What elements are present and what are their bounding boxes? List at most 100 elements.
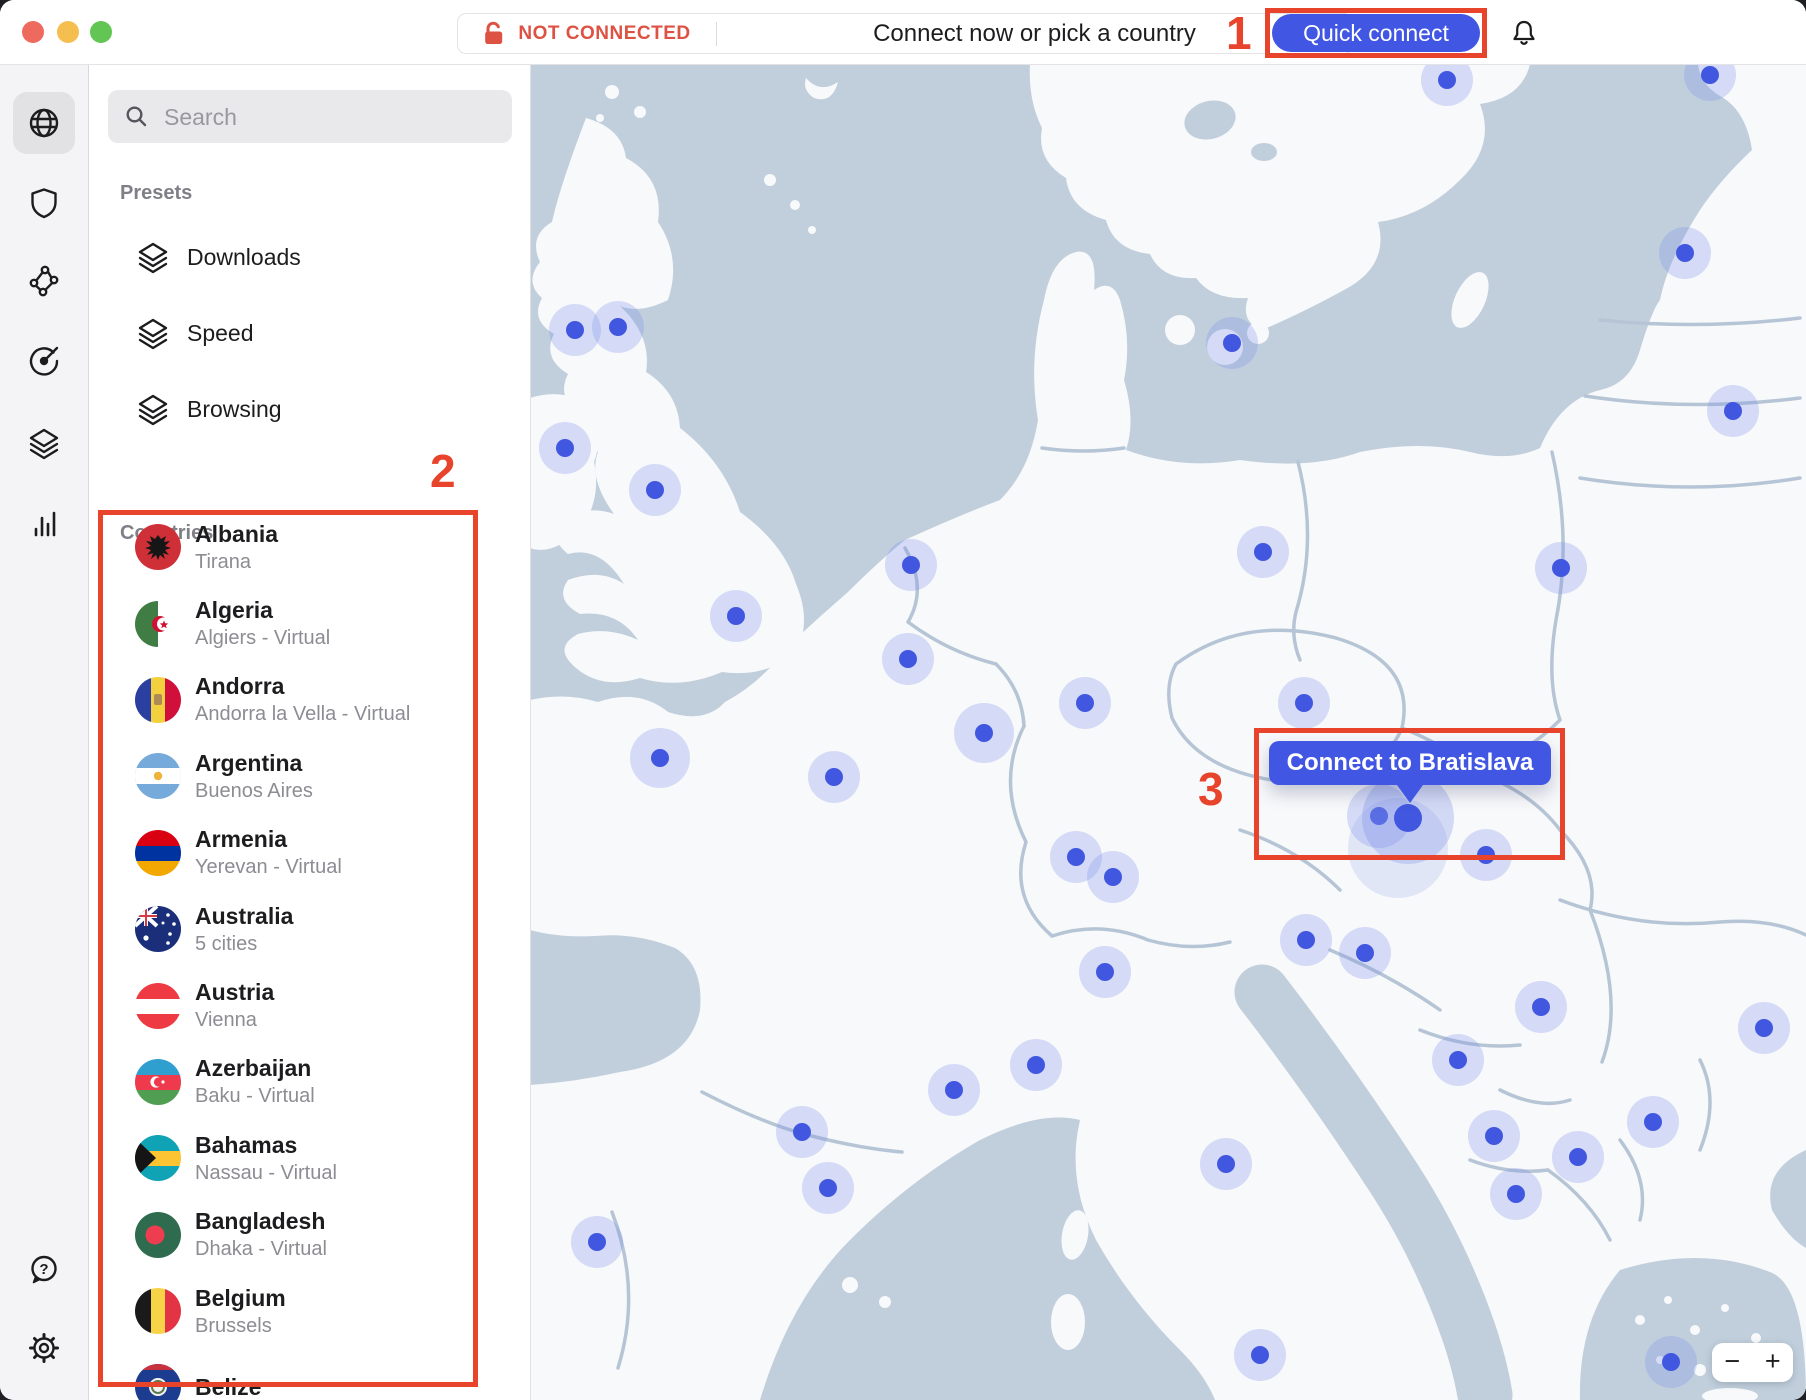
shield-icon [26, 185, 62, 221]
server-location-dot[interactable] [592, 301, 644, 353]
server-location-dot[interactable] [802, 1162, 854, 1214]
server-location-dot[interactable] [1280, 914, 1332, 966]
stats-bars-icon [26, 505, 62, 541]
country-list-item[interactable]: Australia 5 cities [88, 891, 530, 967]
sidebar-item-statistics[interactable] [13, 492, 75, 554]
country-location: Andorra la Vella - Virtual [195, 703, 410, 726]
server-location-dot[interactable] [1206, 317, 1258, 369]
zoom-in-button[interactable]: + [1753, 1343, 1794, 1382]
server-location-dot[interactable] [1659, 227, 1711, 279]
country-name: Austria [195, 979, 274, 1006]
server-location-dot[interactable] [539, 422, 591, 474]
server-location-dot[interactable] [710, 590, 762, 642]
country-flag-icon [135, 906, 181, 952]
country-list-item[interactable]: Andorra Andorra la Vella - Virtual [88, 662, 530, 738]
bell-icon[interactable] [1511, 18, 1537, 47]
country-list-item[interactable]: Belize [88, 1349, 530, 1400]
country-flag-icon [135, 1212, 181, 1258]
server-location-dot[interactable] [1535, 542, 1587, 594]
server-location-dot[interactable] [1278, 677, 1330, 729]
speed-target-icon [26, 343, 62, 379]
server-location-dot[interactable] [1627, 1096, 1679, 1148]
country-name: Azerbaijan [195, 1055, 315, 1082]
close-window-button[interactable] [22, 21, 44, 43]
server-location-dot[interactable] [1200, 1138, 1252, 1190]
server-location-dot[interactable] [1432, 1034, 1484, 1086]
sidebar-item-presets[interactable] [13, 412, 75, 474]
preset-item-browsing[interactable]: Browsing [88, 374, 530, 444]
preset-item-downloads[interactable]: Downloads [88, 222, 530, 292]
layers-icon [135, 239, 171, 275]
help-icon: ? [26, 1252, 62, 1288]
preset-label: Downloads [187, 244, 301, 271]
sidebar-item-help[interactable]: ? [13, 1239, 75, 1301]
preset-label: Browsing [187, 396, 282, 423]
sidebar-item-threat-protection[interactable] [13, 172, 75, 234]
server-location-dot[interactable] [1339, 927, 1391, 979]
server-location-dot[interactable] [1645, 1336, 1697, 1388]
server-location-dot[interactable] [629, 464, 681, 516]
sidebar-item-settings[interactable] [13, 1317, 75, 1379]
mesh-nodes-icon [26, 263, 62, 299]
country-location: Buenos Aires [195, 780, 313, 803]
country-flag-icon [135, 983, 181, 1029]
country-name: Belgium [195, 1285, 286, 1312]
server-location-dot[interactable] [1738, 1002, 1790, 1054]
server-location-dot[interactable] [808, 751, 860, 803]
preset-item-speed[interactable]: Speed [88, 298, 530, 368]
server-location-dot[interactable] [1237, 526, 1289, 578]
country-name: Bangladesh [195, 1208, 327, 1235]
country-list-item[interactable]: Algeria Algiers - Virtual [88, 585, 530, 661]
country-list-item[interactable]: Albania Tirana [88, 509, 530, 585]
sidebar-item-meshnet[interactable] [13, 250, 75, 312]
server-location-dot[interactable] [1010, 1039, 1062, 1091]
minimize-window-button[interactable] [57, 21, 79, 43]
search-icon [125, 105, 148, 128]
country-name: Armenia [195, 826, 342, 853]
fullscreen-window-button[interactable] [90, 21, 112, 43]
server-location-dot[interactable] [885, 539, 937, 591]
country-flag-icon [135, 1288, 181, 1334]
quick-connect-button[interactable]: Quick connect [1272, 14, 1480, 52]
country-list-item[interactable]: Belgium Brussels [88, 1273, 530, 1349]
connect-tooltip[interactable]: Connect to Bratislava [1269, 741, 1551, 785]
svg-text:?: ? [39, 1261, 48, 1278]
country-list-item[interactable]: Armenia Yerevan - Virtual [88, 815, 530, 891]
layers-icon [26, 425, 62, 461]
server-location-dot[interactable] [1079, 946, 1131, 998]
country-list-item[interactable]: Austria Vienna [88, 967, 530, 1043]
country-list-item[interactable]: Bahamas Nassau - Virtual [88, 1120, 530, 1196]
server-location-dot[interactable] [882, 633, 934, 685]
preset-label: Speed [187, 320, 254, 347]
search-input[interactable] [162, 90, 496, 145]
server-location-dot[interactable] [1087, 851, 1139, 903]
server-location-dot[interactable] [1059, 677, 1111, 729]
country-list-item[interactable]: Azerbaijan Baku - Virtual [88, 1044, 530, 1120]
search-box [108, 90, 512, 143]
country-location: Yerevan - Virtual [195, 856, 342, 879]
server-location-dot[interactable] [630, 728, 690, 788]
server-location-dot[interactable] [1552, 1131, 1604, 1183]
server-location-dot[interactable] [1707, 385, 1759, 437]
zoom-out-button[interactable]: − [1712, 1343, 1753, 1382]
server-location-dot[interactable] [954, 703, 1014, 763]
gear-icon [26, 1330, 62, 1366]
server-location-dot[interactable] [1515, 981, 1567, 1033]
server-location-dot[interactable] [571, 1216, 623, 1268]
sidebar-item-speed-test[interactable] [13, 330, 75, 392]
country-flag-icon [135, 677, 181, 723]
server-location-dot[interactable] [1234, 1329, 1286, 1381]
server-location-dot[interactable] [928, 1064, 980, 1116]
country-flag-icon [135, 524, 181, 570]
country-list-item[interactable]: Argentina Buenos Aires [88, 738, 530, 814]
europe-map [530, 64, 1806, 1400]
server-location-dot[interactable] [776, 1106, 828, 1158]
country-name: Bahamas [195, 1132, 337, 1159]
server-location-dot[interactable] [1468, 1110, 1520, 1162]
country-list-item[interactable]: Bangladesh Dhaka - Virtual [88, 1197, 530, 1273]
country-flag-icon [135, 1059, 181, 1105]
map-area[interactable] [530, 64, 1806, 1400]
server-location-dot[interactable] [1490, 1168, 1542, 1220]
sidebar-item-map-globe[interactable] [13, 92, 75, 154]
server-location-dot[interactable] [1460, 829, 1512, 881]
